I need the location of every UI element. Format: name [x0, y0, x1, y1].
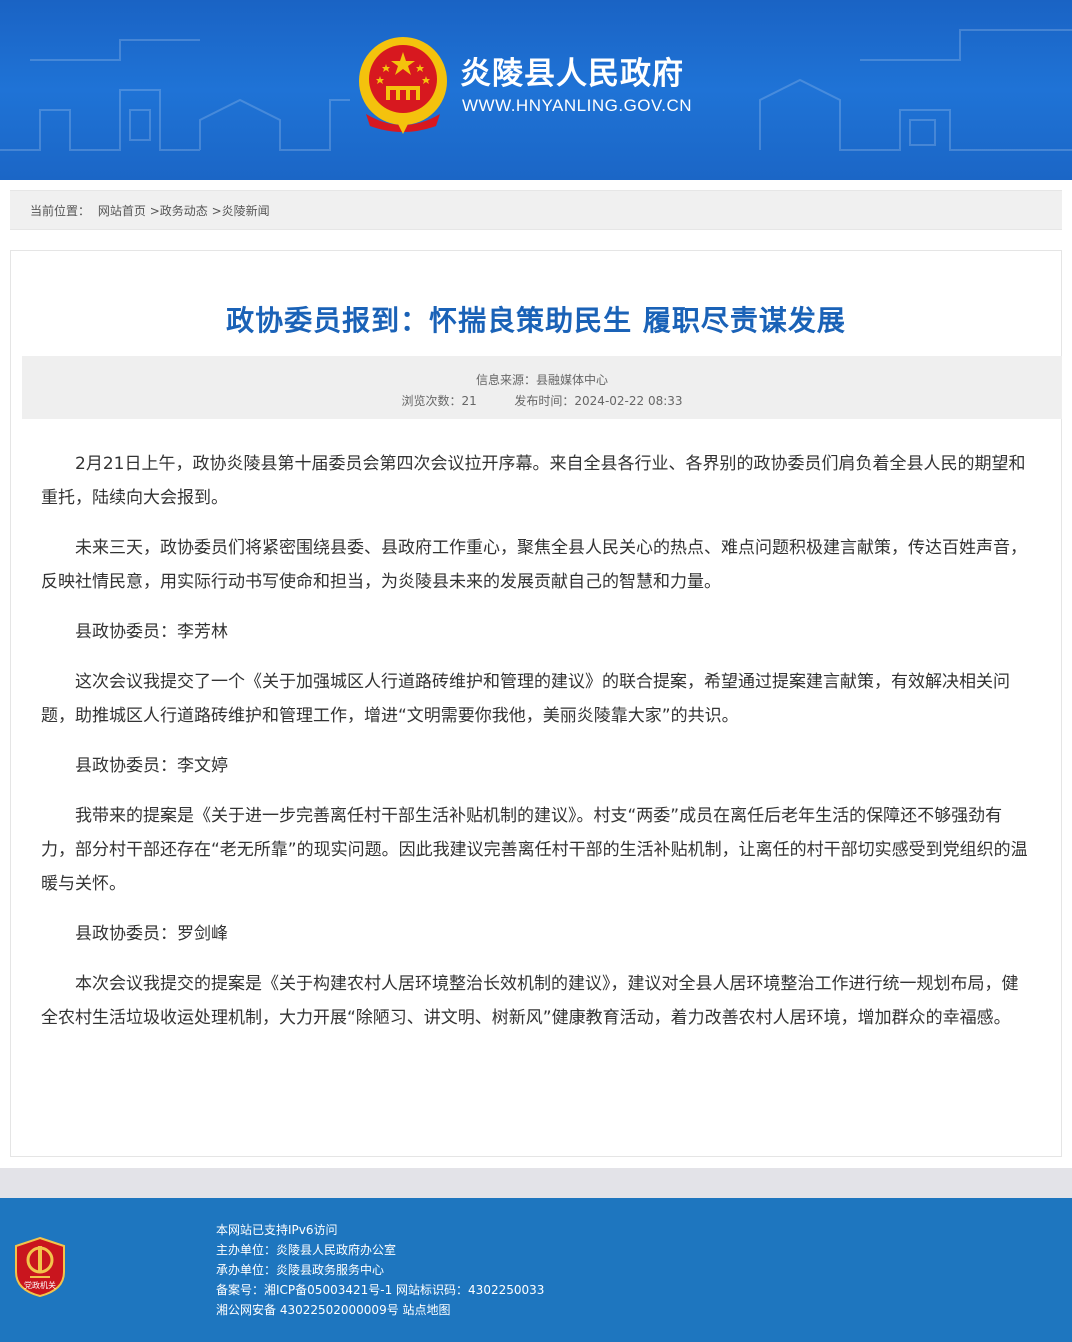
breadcrumb-item-home[interactable]: 网站首页	[98, 204, 146, 218]
paragraph: 本次会议我提交的提案是《关于构建农村人居环境整治长效机制的建议》，建议对全县人居…	[41, 974, 1019, 1028]
ipv6-notice: 本网站已支持IPv6访问	[216, 1223, 338, 1237]
footer-divider	[0, 1168, 1072, 1198]
party-government-badge-icon[interactable]: 党政机关	[14, 1236, 66, 1298]
view-count: 21	[461, 394, 477, 408]
breadcrumb-item-news[interactable]: >政务动态	[150, 204, 208, 218]
national-emblem-icon	[359, 37, 447, 134]
operator-unit: 承办单位：炎陵县政务服务中心	[216, 1263, 385, 1277]
sitemap-link[interactable]: 站点地图	[403, 1303, 451, 1317]
police-record-link[interactable]: 湘公网安备 43022502000009号	[216, 1303, 399, 1317]
footer-info: 本网站已支持IPv6访问 主办单位：炎陵县人民政府办公室 承办单位：炎陵县政务服…	[216, 1220, 544, 1320]
site-code: 网站标识码：4302250033	[396, 1283, 545, 1297]
paragraph: 这次会议我提交了一个《关于加强城区人行道路砖维护和管理的建议》的联合提案，希望通…	[41, 672, 1010, 726]
breadcrumb: 当前位置： 网站首页 >政务动态 >炎陵新闻	[10, 190, 1062, 230]
article-body: 2月21日上午，政协炎陵县第十届委员会第四次会议拉开序幕。来自全县各行业、各界别…	[41, 447, 1033, 1051]
paragraph: 县政协委员：李芳林	[75, 622, 228, 642]
article-source: 信息来源：县融媒体中心	[475, 373, 609, 387]
publish-time: 2024-02-22 08:33	[574, 394, 683, 408]
host-unit: 主办单位：炎陵县人民政府办公室	[216, 1243, 397, 1257]
article-meta: 信息来源：县融媒体中心 浏览次数：21 发布时间：2024-02-22 08:3…	[22, 356, 1062, 419]
paragraph: 2月21日上午，政协炎陵县第十届委员会第四次会议拉开序幕。来自全县各行业、各界别…	[41, 454, 1026, 508]
police-line: 湘公网安备 43022502000009号 站点地图	[216, 1300, 544, 1320]
article-title: 政协委员报到：怀揣良策助民生 履职尽责谋发展	[226, 304, 846, 337]
site-footer: 党政机关 本网站已支持IPv6访问 主办单位：炎陵县人民政府办公室 承办单位：炎…	[0, 1198, 1072, 1342]
site-url: WWW.HNYANLING.GOV.CN	[462, 96, 693, 115]
paragraph: 县政协委员：李文婷	[75, 756, 228, 776]
site-brand[interactable]: 炎陵县人民政府 WWW.HNYANLING.GOV.CN	[356, 34, 776, 144]
article-container: 政协委员报到：怀揣良策助民生 履职尽责谋发展 信息来源：县融媒体中心 浏览次数：…	[10, 250, 1062, 1157]
breadcrumb-item-yanling-news[interactable]: >炎陵新闻	[212, 204, 270, 218]
svg-text:党政机关: 党政机关	[24, 1280, 56, 1290]
breadcrumb-prefix: 当前位置：	[30, 204, 91, 218]
site-header: 炎陵县人民政府 WWW.HNYANLING.GOV.CN	[0, 0, 1072, 180]
icp-line: 备案号：湘ICP备05003421号-1 网站标识码：4302250033	[216, 1283, 545, 1297]
site-name: 炎陵县人民政府	[460, 56, 684, 92]
paragraph: 县政协委员：罗剑峰	[75, 924, 228, 944]
paragraph: 未来三天，政协委员们将紧密围绕县委、县政府工作重心，聚焦全县人民关心的热点、难点…	[41, 538, 1027, 592]
article-stats: 浏览次数：21 发布时间：2024-02-22 08:33	[401, 394, 683, 408]
icp-link[interactable]: 湘ICP备05003421号-1	[264, 1283, 392, 1297]
paragraph: 我带来的提案是《关于进一步完善离任村干部生活补贴机制的建议》。村支“两委”成员在…	[41, 806, 1028, 894]
